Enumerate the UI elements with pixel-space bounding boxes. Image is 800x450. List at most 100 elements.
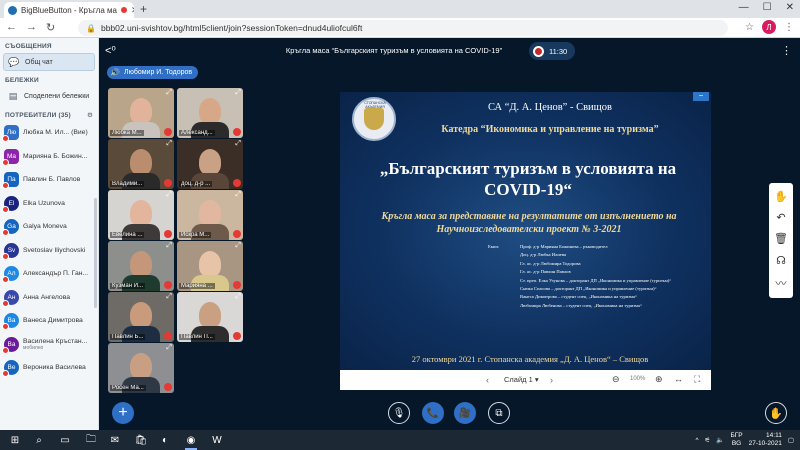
fullscreen-icon[interactable]: ⤢ — [166, 242, 172, 250]
authors-label: Екип: — [488, 244, 500, 249]
user-list-item[interactable]: Ga Galya Moneva — [0, 215, 98, 239]
fullscreen-icon[interactable]: ⤢ — [166, 191, 172, 199]
webcam-name: доц. д-р ... — [179, 181, 213, 187]
back-icon[interactable]: ← — [6, 21, 17, 34]
webcam-tile[interactable]: Евелина ... ⤢ — [108, 190, 174, 240]
leave-audio-button[interactable]: 📞 — [422, 402, 444, 424]
user-list-item[interactable]: Ал Александър П. Ган... — [0, 262, 98, 286]
search-icon[interactable]: ⌕ — [32, 433, 46, 447]
fullscreen-icon[interactable]: ⤢ — [235, 89, 241, 97]
fullscreen-icon[interactable]: ⤢ — [235, 140, 241, 148]
hand-tool-icon[interactable]: ✋ — [774, 190, 788, 203]
meeting-main-area: <⁰ Кръгла маса “Българският туризъм в ус… — [99, 38, 800, 430]
trash-icon[interactable]: 🗑 — [774, 232, 788, 245]
webcam-tile[interactable]: Кузман И... ⤢ — [108, 241, 174, 291]
user-list-item[interactable]: Ан Анна Ангелова — [0, 286, 98, 310]
webcam-tile[interactable]: доц. д-р ... ⤢ — [177, 139, 243, 189]
raise-hand-button[interactable]: ✋ — [765, 402, 787, 424]
fullscreen-icon[interactable]: ⤢ — [235, 191, 241, 199]
zoom-out-icon[interactable]: ⊖ — [612, 374, 620, 385]
clock[interactable]: 14:11 27-10-2021 — [749, 432, 782, 448]
webcam-tile[interactable]: Павлин Б... ⤢ — [108, 292, 174, 342]
public-chat-item[interactable]: 💬 Общ чат — [3, 53, 95, 71]
profile-avatar[interactable]: Л — [762, 20, 776, 34]
meeting-top-bar: <⁰ Кръгла маса “Българският туризъм в ус… — [99, 38, 800, 64]
zoom-level: 100% — [630, 376, 646, 382]
webcam-tile[interactable]: Владими... ⤢ — [108, 139, 174, 189]
webcam-tile[interactable]: Павлин П... ⤢ — [177, 292, 243, 342]
user-list-item[interactable]: Па Павлин Б. Павлов — [0, 168, 98, 192]
user-list-item[interactable]: Лю Любка М. Ил... (Вие) — [0, 121, 98, 145]
fullscreen-icon[interactable]: ⤢ — [166, 140, 172, 148]
mute-microphone-button[interactable]: 🎙 — [388, 402, 410, 424]
multi-user-icon[interactable]: ☊ — [776, 254, 786, 267]
mail-icon[interactable]: ✉ — [108, 433, 122, 447]
options-menu-icon[interactable]: ⋮ — [781, 44, 792, 57]
edge-icon[interactable]: ◐ — [158, 433, 172, 447]
user-name: Svetoslav Iliychovski — [23, 246, 86, 254]
user-list-item[interactable]: Ва Василена Кръстан... мобилно — [0, 333, 98, 357]
browser-menu-icon[interactable]: ⋮ — [784, 22, 794, 33]
fullscreen-icon[interactable]: ⤢ — [235, 242, 241, 250]
close-window-button[interactable]: ✕ — [786, 2, 794, 13]
previous-slide-icon[interactable]: ‹ — [486, 375, 489, 385]
notifications-icon[interactable]: ▢ — [788, 436, 794, 444]
user-list-scrollbar[interactable] — [94, 198, 97, 308]
user-list-item[interactable]: Ма Марияна Б. Божин... — [0, 145, 98, 169]
forward-icon[interactable]: → — [26, 21, 37, 34]
volume-icon[interactable]: 🔈 — [716, 436, 724, 444]
user-list-item[interactable]: Ва Ванеса Димитрова — [0, 309, 98, 333]
language-indicator[interactable]: БГР BG — [730, 432, 742, 448]
undo-icon[interactable]: ↶ — [776, 211, 785, 224]
minimize-window-button[interactable]: — — [739, 2, 749, 13]
fullscreen-icon[interactable]: ⤢ — [166, 293, 172, 301]
user-list-item[interactable]: Sv Svetoslav Iliychovski — [0, 239, 98, 263]
maximize-window-button[interactable]: ☐ — [763, 2, 772, 13]
slide-department: Катедра “Икономика и управление на туриз… — [441, 124, 659, 135]
recording-timer[interactable]: 11:30 — [529, 42, 576, 60]
star-icon[interactable]: ☆ — [745, 22, 754, 33]
chrome-icon[interactable]: ◉ — [184, 433, 198, 450]
gear-icon[interactable]: ⚙ — [87, 111, 93, 119]
shared-notes-item[interactable]: ▤ Споделени бележки — [3, 87, 95, 105]
talking-indicator[interactable]: 🔊 Любомир И. Тодоров — [107, 66, 199, 79]
webcam-tile[interactable]: Любка М... ⤢ — [108, 88, 174, 138]
zoom-in-icon[interactable]: ⊕ — [655, 374, 663, 385]
webcam-tile[interactable]: Росен Ма... ⤢ — [108, 343, 174, 393]
tray-chevron-icon[interactable]: ^ — [695, 437, 698, 444]
share-screen-button[interactable]: ⧉ — [488, 402, 510, 424]
share-webcam-button[interactable]: 🎥 — [454, 402, 476, 424]
fullscreen-icon[interactable]: ⤢ — [235, 293, 241, 301]
fit-to-width-icon[interactable]: ↔ — [674, 374, 683, 384]
slide-footer: 27 октомври 2021 г. Стопанска академия „… — [411, 354, 649, 364]
user-name: Павлин Б. Павлов — [23, 176, 81, 184]
toggle-userlist-icon[interactable]: <⁰ — [105, 44, 116, 57]
browser-tab[interactable]: BigBlueButton - Кръгла ма ✕ — [4, 2, 134, 18]
user-name: Анна Ангелова — [23, 293, 71, 301]
annotation-icon[interactable]: 〰 — [776, 275, 787, 291]
fullscreen-icon[interactable]: ⤢ — [166, 344, 172, 352]
task-view-icon[interactable]: ▭ — [58, 433, 72, 447]
webcam-tile[interactable]: Александ... ⤢ — [177, 88, 243, 138]
notes-icon: ▤ — [8, 90, 18, 101]
store-icon[interactable]: 🛍 — [134, 433, 148, 447]
slide-selector[interactable]: Слайд 1 ▾ — [504, 375, 539, 384]
word-icon[interactable]: W — [210, 433, 224, 447]
actions-plus-button[interactable]: + — [112, 402, 134, 424]
fullscreen-icon[interactable]: ⛶ — [694, 374, 700, 385]
minimize-presentation-button[interactable]: − — [693, 92, 709, 101]
user-name: Александър П. Ган... — [23, 270, 89, 278]
fullscreen-icon[interactable]: ⤢ — [166, 89, 172, 97]
webcam-tile[interactable]: Марияна ... ⤢ — [177, 241, 243, 291]
new-tab-button[interactable]: + — [140, 2, 147, 16]
network-icon[interactable]: ⚟ — [705, 436, 711, 444]
url-field[interactable]: 🔒 bbb02.uni-svishtov.bg/html5client/join… — [78, 20, 728, 36]
windows-start-icon[interactable]: ⊞ — [8, 433, 22, 447]
close-tab-icon[interactable]: ✕ — [131, 5, 134, 16]
file-explorer-icon[interactable]: 🗀 — [84, 433, 98, 447]
user-list-item[interactable]: El Elka Uzunova — [0, 192, 98, 216]
reload-icon[interactable]: ↻ — [46, 21, 55, 34]
next-slide-icon[interactable]: › — [550, 375, 553, 385]
user-list-item[interactable]: Ве Вероника Василева — [0, 356, 98, 380]
webcam-tile[interactable]: Искра М... ⤢ — [177, 190, 243, 240]
